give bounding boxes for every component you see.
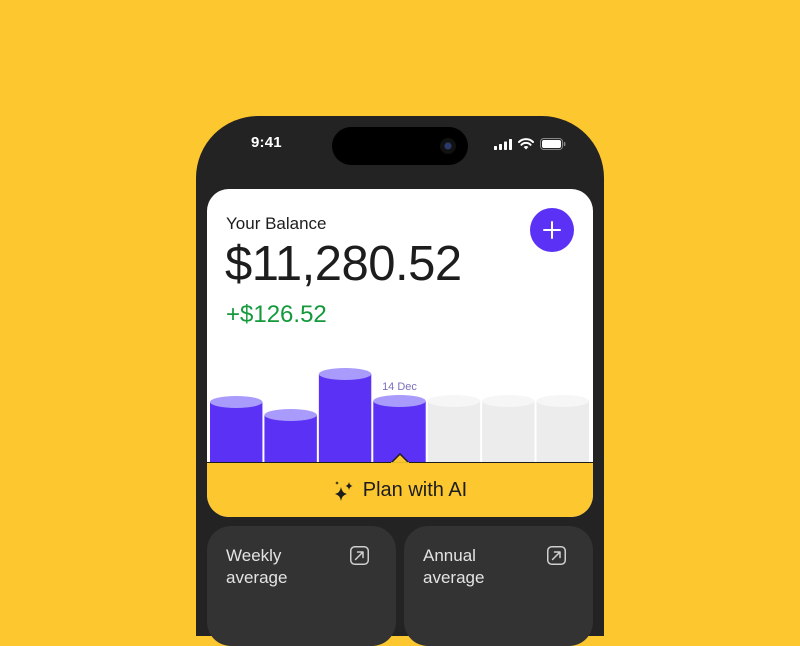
camera-icon — [440, 138, 456, 154]
status-time: 9:41 — [251, 134, 282, 151]
chart-bar[interactable] — [318, 374, 372, 462]
chart-bar-top — [482, 395, 535, 407]
chart-bar-top — [264, 409, 317, 421]
battery-icon — [540, 138, 566, 150]
chart-bar-top — [427, 395, 481, 407]
chart-bar[interactable] — [210, 402, 263, 462]
chart-pointer — [391, 453, 409, 463]
chart-bar-top — [210, 396, 263, 408]
arrow-up-right-icon[interactable] — [547, 546, 566, 565]
chart-bar[interactable] — [264, 415, 317, 462]
chart-bar-top — [318, 368, 372, 380]
weekly-average-title: Weekly average — [226, 546, 288, 587]
chart-bar-top — [373, 395, 426, 407]
wifi-icon — [518, 138, 534, 150]
plus-icon — [543, 221, 561, 239]
chart-bar[interactable] — [536, 401, 589, 462]
annual-average-card[interactable]: Annual average — [404, 526, 593, 646]
chart-bar[interactable] — [482, 401, 535, 462]
arrow-up-right-icon[interactable] — [350, 546, 369, 565]
balance-label: Your Balance — [226, 214, 327, 233]
chart-bar-top — [536, 395, 589, 407]
balance-change: +$126.52 — [226, 301, 327, 328]
plan-with-ai-label: Plan with AI — [362, 479, 468, 501]
phone-frame: 9:41 Your Balance $11,280.52 +$126.52 14… — [196, 116, 604, 646]
dynamic-island — [332, 127, 468, 165]
chart-highlight-label: 14 Dec — [382, 381, 417, 393]
cellular-signal-icon — [494, 138, 512, 150]
annual-average-title: Annual average — [423, 546, 485, 587]
balance-card: Your Balance $11,280.52 +$126.52 14 Dec … — [207, 189, 593, 517]
weekly-average-card[interactable]: Weekly average — [207, 526, 396, 646]
sparkles-icon — [334, 480, 353, 501]
plan-with-ai-button[interactable]: Plan with AI — [207, 453, 593, 517]
balance-amount: $11,280.52 — [225, 237, 462, 291]
add-button[interactable] — [530, 208, 574, 252]
chart-bar[interactable] — [427, 401, 481, 462]
status-icons — [494, 138, 566, 150]
balance-chart: 14 Dec — [210, 368, 589, 462]
